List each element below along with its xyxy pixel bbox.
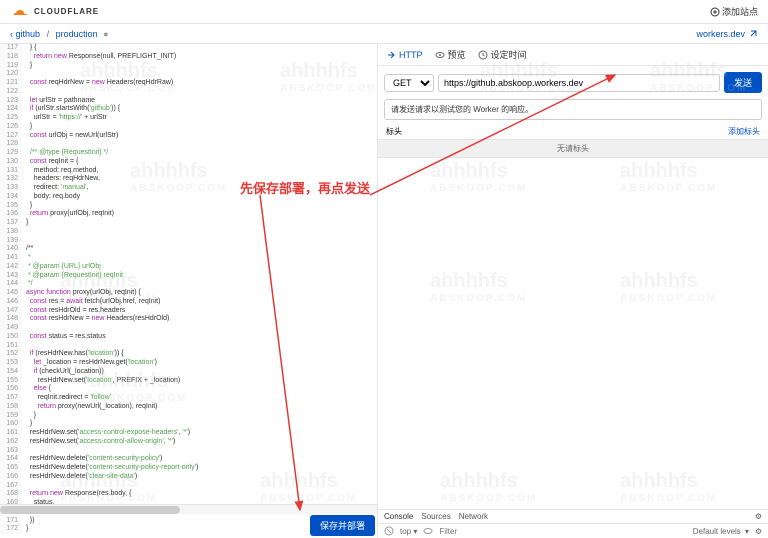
status-dot: ● (103, 29, 108, 39)
request-row: GET 发送 (378, 66, 768, 99)
code-editor[interactable]: 1171181191201211221231241251261271281291… (0, 44, 377, 538)
devtools-gear-icon[interactable]: ⚙ (755, 512, 762, 521)
eye-icon (435, 50, 445, 60)
headers-label: 标头 (386, 126, 402, 137)
method-select[interactable]: GET (384, 74, 434, 92)
brand-text: CLOUDFLARE (34, 7, 99, 16)
no-headers-label: 无请标头 (378, 139, 768, 158)
eye-filter-icon[interactable] (423, 526, 433, 536)
breadcrumb-item-production[interactable]: production (56, 29, 98, 39)
devtools-settings-icon[interactable]: ⚙ (755, 527, 762, 536)
clock-icon (478, 50, 488, 60)
devtools-tabs: Console Sources Network ⚙ (378, 509, 768, 523)
devtools-sources[interactable]: Sources (421, 512, 450, 521)
plus-icon (710, 7, 720, 17)
breadcrumb[interactable]: ‹ github / production ● (10, 29, 109, 39)
tab-preview[interactable]: 预览 (435, 48, 466, 61)
tab-schedule[interactable]: 设定时间 (478, 48, 527, 61)
editor-scrollbar[interactable] (0, 504, 377, 514)
add-header-link[interactable]: 添加标头 (728, 126, 760, 137)
http-icon (386, 50, 396, 60)
test-notice: 请发送请求以测试您的 Worker 的响应。 (384, 99, 762, 120)
brand-logo: CLOUDFLARE (10, 6, 99, 18)
external-link-icon (748, 29, 758, 39)
levels-dropdown[interactable]: Default levels ▾ (693, 527, 749, 536)
breadcrumb-item-github[interactable]: github (16, 29, 41, 39)
clear-console-icon[interactable] (384, 526, 394, 536)
line-gutter: 1171181191201211221231241251261271281291… (0, 44, 22, 534)
devtools-console[interactable]: Console (384, 512, 413, 521)
top-context[interactable]: top ▾ (400, 527, 417, 536)
editor-pane: 1171181191201211221231241251261271281291… (0, 44, 378, 538)
response-area (378, 158, 768, 509)
add-site-link[interactable]: 添加站点 (710, 5, 758, 18)
tab-http[interactable]: HTTP (386, 50, 423, 60)
save-deploy-button[interactable]: 保存并部署 (310, 515, 375, 536)
filter-input[interactable] (439, 527, 686, 536)
scrollbar-thumb[interactable] (0, 506, 180, 514)
devtools-network[interactable]: Network (459, 512, 488, 521)
test-tabs: HTTP 预览 设定时间 (378, 44, 768, 66)
cloudflare-icon (10, 6, 30, 18)
back-chevron[interactable]: ‹ (10, 29, 13, 39)
subheader: ‹ github / production ● workers.dev (0, 24, 768, 44)
code-source[interactable]: } { return new Response(null, PREFLIGHT_… (22, 44, 377, 534)
app-header: CLOUDFLARE 添加站点 (0, 0, 768, 24)
devtools-filter-row: top ▾ Default levels ▾ ⚙ (378, 523, 768, 538)
workers-dev-link[interactable]: workers.dev (696, 29, 758, 39)
test-pane: HTTP 预览 设定时间 GET 发送 请发送请求以测试您的 Worker 的响… (378, 44, 768, 538)
url-input[interactable] (438, 74, 720, 92)
send-button[interactable]: 发送 (724, 72, 762, 93)
